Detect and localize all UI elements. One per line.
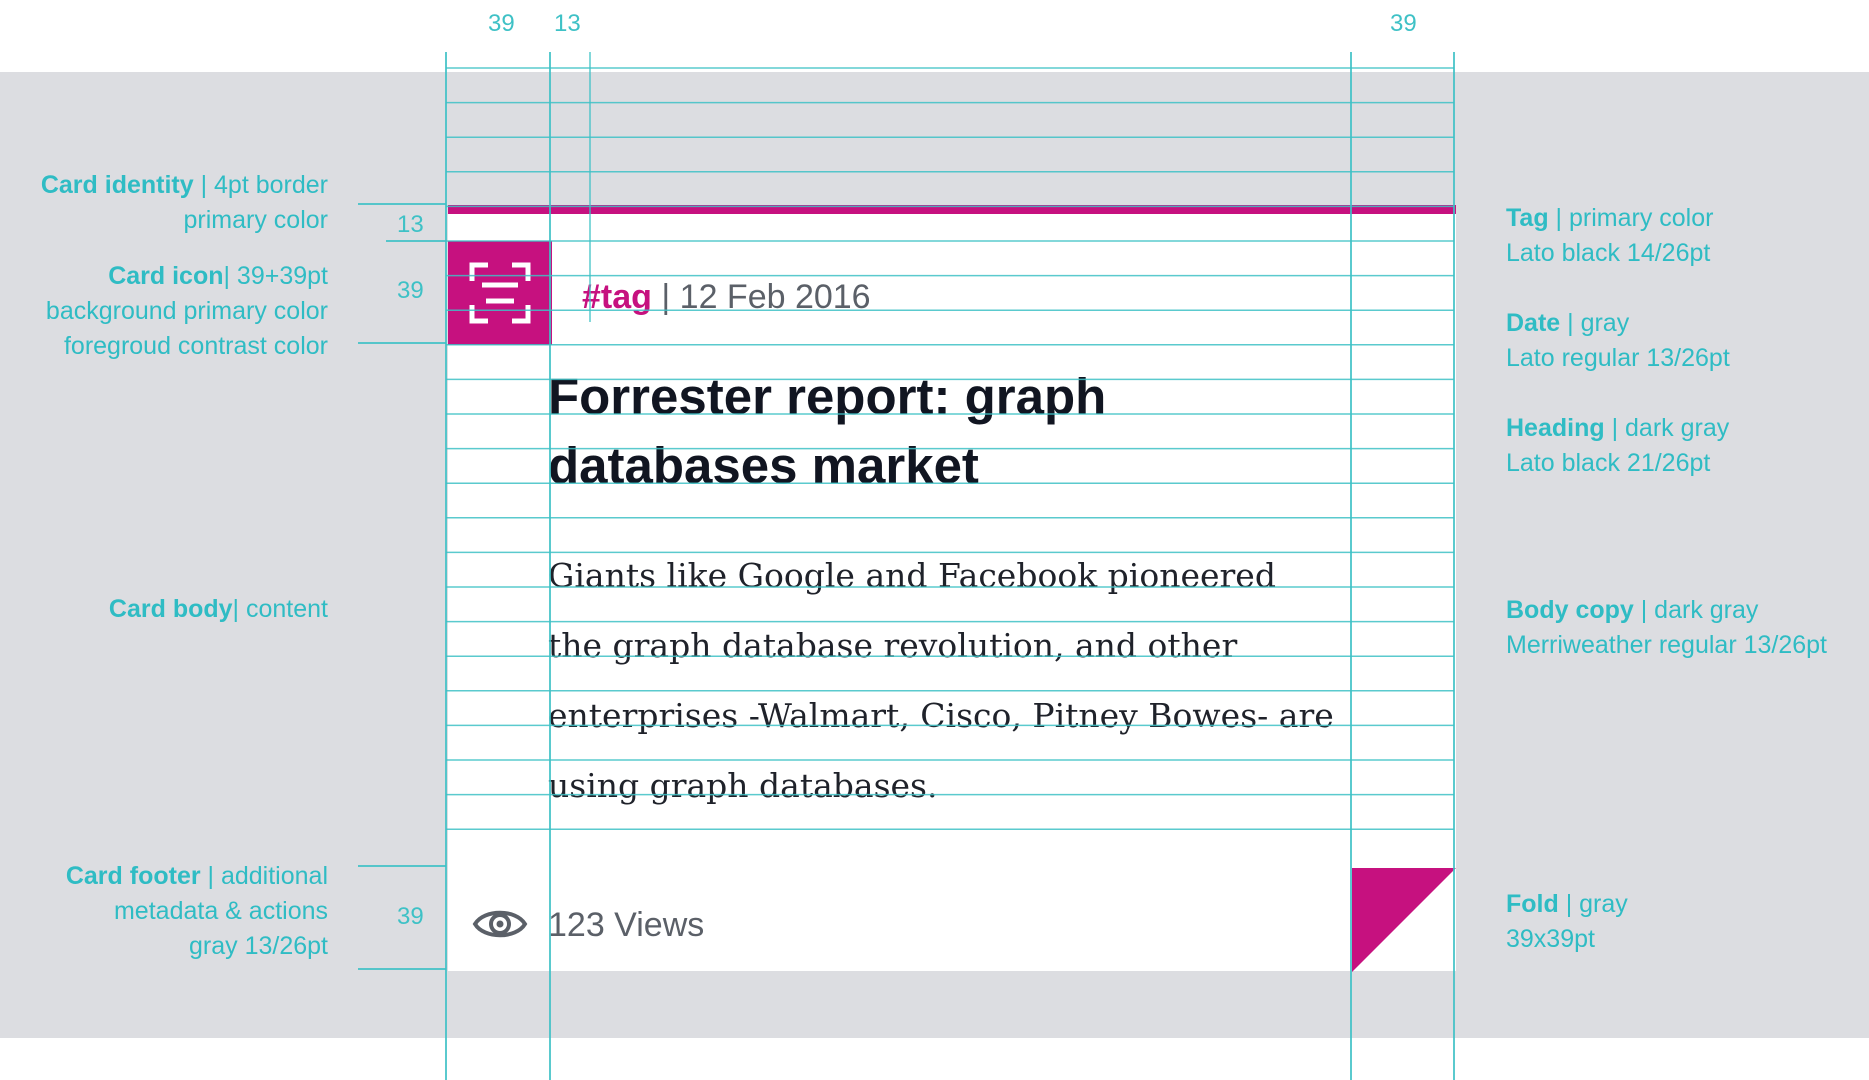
note-line: Merriweather regular 13/26pt <box>1506 631 1827 659</box>
note-card-footer: Card footer | additional metadata & acti… <box>18 859 328 964</box>
measure-side-39-footer: 39 <box>397 903 424 930</box>
note-text: | 39+39pt <box>223 262 328 290</box>
note-line: metadata & actions <box>113 897 328 925</box>
note-card-identity: Card identity | 4pt border primary color <box>18 168 328 238</box>
measure-side-13: 13 <box>397 211 424 238</box>
measure-top-39-right: 39 <box>1390 10 1417 37</box>
note-heading: Heading | dark gray Lato black 21/26pt <box>1506 411 1729 481</box>
note-text: | 4pt border <box>193 171 328 199</box>
note-line: Lato regular 13/26pt <box>1506 344 1730 372</box>
note-title: Body copy <box>1506 596 1634 624</box>
note-card-body: Card body| content <box>18 592 328 627</box>
card-body-copy: Giants like Google and Facebook pioneere… <box>548 556 1334 805</box>
note-line: Lato black 21/26pt <box>1506 449 1711 477</box>
note-date: Date | gray Lato regular 13/26pt <box>1506 306 1730 376</box>
tag-label[interactable]: #tag <box>582 278 652 316</box>
note-text: | primary color <box>1548 204 1714 232</box>
tag-date-line: #tag | 12 Feb 2016 <box>582 278 871 317</box>
note-text: | additional <box>200 862 328 890</box>
note-title: Tag <box>1506 204 1549 232</box>
measure-top-13: 13 <box>554 10 581 37</box>
card-heading: Forrester report: graph databases market <box>548 368 1107 494</box>
note-title: Card body <box>108 595 233 623</box>
note-text: | gray <box>1560 309 1630 337</box>
note-tag: Tag | primary color Lato black 14/26pt <box>1506 201 1713 271</box>
note-line: primary color <box>183 206 328 234</box>
note-line: background primary color <box>45 297 328 325</box>
note-fold: Fold | gray 39x39pt <box>1506 887 1628 957</box>
card-date: 12 Feb 2016 <box>679 278 871 316</box>
note-line: foregroud contrast color <box>63 332 328 360</box>
tag-separator: | <box>651 278 680 316</box>
note-line: Lato black 14/26pt <box>1506 239 1711 267</box>
note-title: Card footer <box>65 862 201 890</box>
note-title: Heading <box>1506 414 1605 442</box>
note-line: 39x39pt <box>1506 925 1595 953</box>
note-card-icon: Card icon| 39+39pt background primary co… <box>18 259 328 364</box>
note-body-copy: Body copy | dark gray Merriweather regul… <box>1506 593 1827 663</box>
scan-icon <box>469 262 531 324</box>
eye-icon[interactable] <box>472 904 528 944</box>
note-title: Fold <box>1506 890 1559 918</box>
note-text: | dark gray <box>1633 596 1759 624</box>
card-identity-border <box>448 205 1456 214</box>
note-text: | dark gray <box>1604 414 1730 442</box>
note-line: gray 13/26pt <box>189 932 328 960</box>
note-title: Date <box>1506 309 1561 337</box>
card-fold <box>1352 868 1456 972</box>
note-text: | gray <box>1558 890 1628 918</box>
note-title: Card icon <box>108 262 224 290</box>
measure-top-39-left: 39 <box>488 10 515 37</box>
note-title: Card identity <box>40 171 194 199</box>
measure-side-39-icon: 39 <box>397 277 424 304</box>
card-icon <box>448 241 552 345</box>
note-text: | content <box>232 595 328 623</box>
views-count: 123 Views <box>548 906 705 944</box>
